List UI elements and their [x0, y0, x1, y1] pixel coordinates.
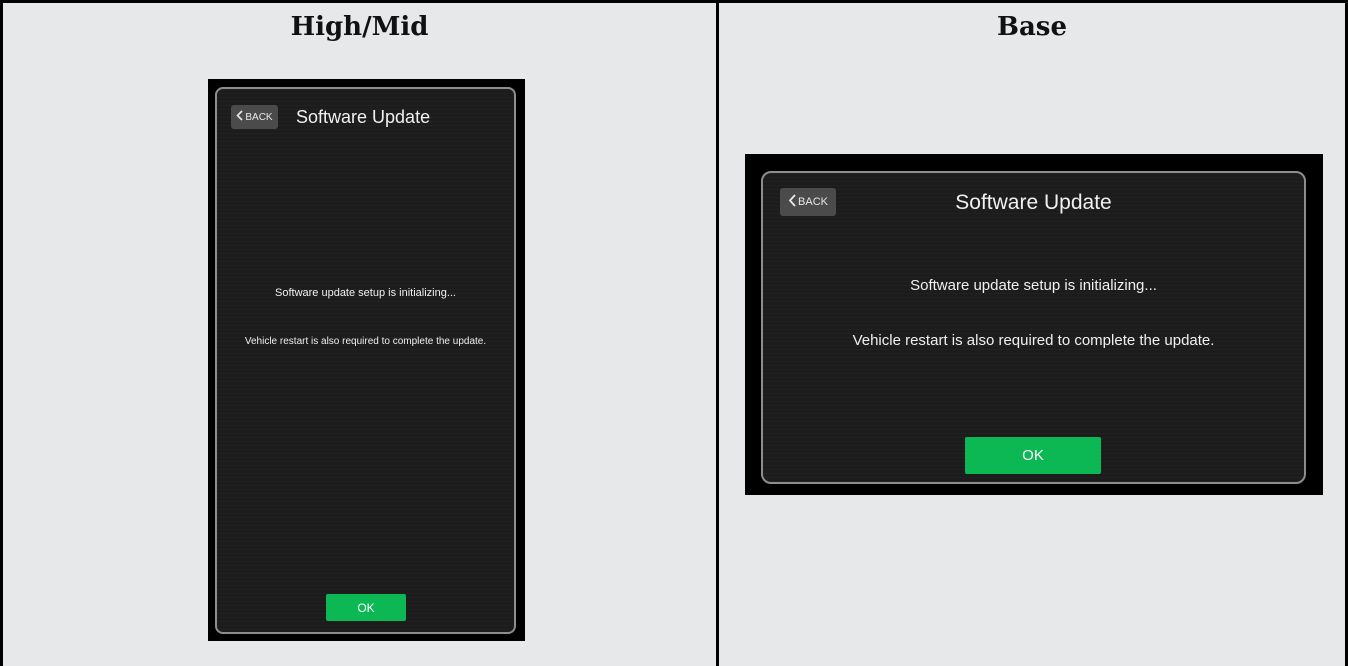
column-title-high-mid: High/Mid — [290, 12, 429, 42]
initializing-message: Software update setup is initializing... — [910, 277, 1157, 294]
table-column-divider — [716, 0, 719, 666]
column-title-base: Base — [996, 12, 1067, 42]
restart-message: Vehicle restart is also required to comp… — [244, 336, 487, 347]
initializing-message: Software update setup is initializing... — [275, 287, 456, 299]
software-update-dialog: BACK Software Update Software update set… — [215, 87, 516, 634]
back-button-label: BACK — [245, 111, 273, 123]
ok-button[interactable]: OK — [965, 437, 1101, 474]
ok-button[interactable]: OK — [326, 594, 406, 621]
comparison-table: High/Mid Base BACK Software Update Softw… — [0, 0, 1348, 666]
chevron-left-icon — [236, 110, 243, 124]
table-border-left — [0, 0, 3, 666]
restart-message: Vehicle restart is also required to comp… — [852, 332, 1215, 349]
software-update-dialog: BACK Software Update Software update set… — [761, 171, 1306, 484]
high-mid-screen: BACK Software Update Software update set… — [208, 79, 525, 641]
table-border-top — [0, 0, 1348, 3]
screen-title: Software Update — [296, 107, 431, 127]
screen-title: Software Update — [955, 191, 1112, 214]
back-button[interactable]: BACK — [231, 105, 278, 129]
base-screen: BACK Software Update Software update set… — [745, 154, 1323, 495]
